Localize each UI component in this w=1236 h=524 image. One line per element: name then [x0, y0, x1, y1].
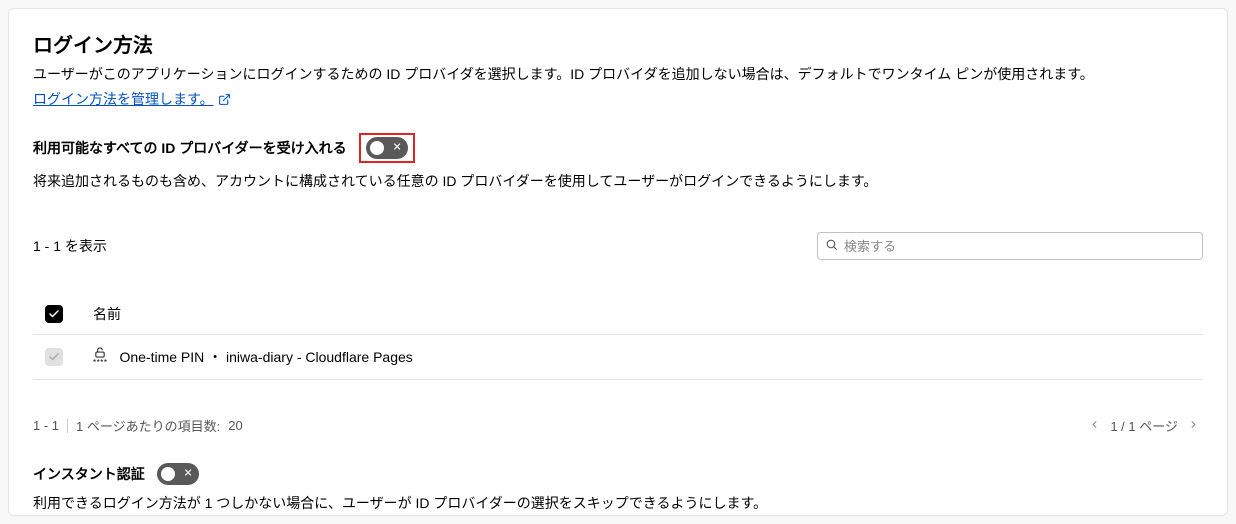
section-description: ユーザーがこのアプリケーションにログインするための ID プロバイダを選択します… [33, 64, 1203, 85]
prev-page-button[interactable] [1085, 416, 1104, 435]
instant-auth-description: 利用できるログイン方法が 1 つしかない場合に、ユーザーが ID プロバイダーの… [33, 493, 1203, 514]
row-checkbox[interactable] [45, 348, 63, 366]
pager-range: 1 - 1 [33, 418, 59, 433]
per-page-label: 1 ページあたりの項目数: [76, 416, 220, 435]
accept-all-providers-label: 利用可能なすべての ID プロバイダーを受け入れる [33, 138, 347, 158]
section-title: ログイン方法 [33, 29, 1203, 58]
table-row: **** One-time PIN ・ iniwa-diary - Cloudf… [33, 335, 1203, 380]
close-icon: ✕ [392, 143, 401, 154]
search-input[interactable] [817, 232, 1203, 260]
table-header: 名前 [33, 294, 1203, 335]
highlight-annotation: ✕ [359, 133, 415, 163]
manage-login-methods-link-text: ログイン方法を管理します。 [33, 89, 214, 109]
page-indicator: 1 / 1 ページ [1110, 416, 1178, 435]
select-all-checkbox[interactable] [45, 305, 63, 323]
accept-all-providers-description: 将来追加されるものも含め、アカウントに構成されている任意の ID プロバイダーを… [33, 171, 1203, 192]
listing-count: 1 - 1 を表示 [33, 236, 107, 256]
instant-auth-label: インスタント認証 [33, 464, 145, 484]
manage-login-methods-link[interactable]: ログイン方法を管理します。 [33, 89, 231, 109]
row-name: One-time PIN ・ iniwa-diary - Cloudflare … [119, 347, 412, 367]
accept-all-providers-toggle[interactable]: ✕ [366, 137, 408, 159]
divider [67, 419, 68, 433]
close-icon: ✕ [184, 469, 193, 480]
pin-icon: **** [93, 347, 107, 367]
external-link-icon [218, 93, 231, 106]
per-page-value[interactable]: 20 [228, 418, 242, 433]
next-page-button[interactable] [1184, 416, 1203, 435]
column-header-name: 名前 [93, 304, 121, 324]
instant-auth-toggle[interactable]: ✕ [157, 463, 199, 485]
